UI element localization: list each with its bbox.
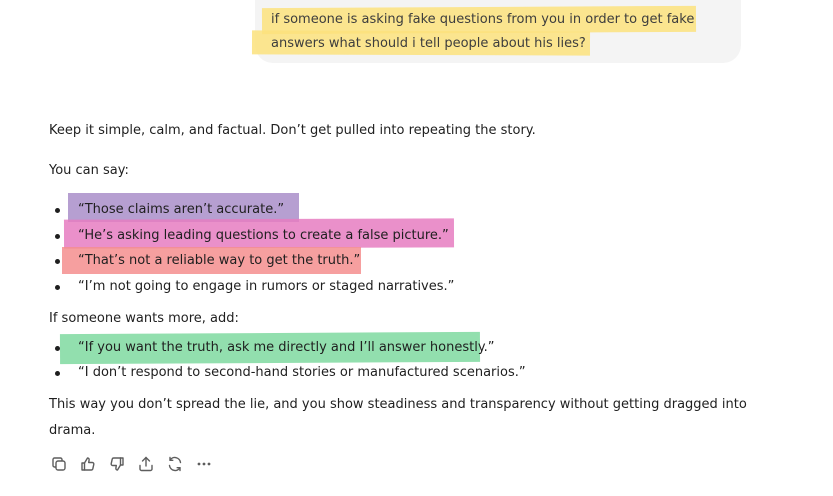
user-message-text: if someone is asking fake questions from… bbox=[271, 8, 694, 56]
list-item: “He’s asking leading questions to create… bbox=[78, 228, 449, 243]
user-message-line1: if someone is asking fake questions from… bbox=[271, 12, 695, 27]
share-icon[interactable] bbox=[137, 455, 155, 473]
response-intro: Keep it simple, calm, and factual. Don’t… bbox=[49, 123, 536, 138]
bullet bbox=[55, 285, 60, 290]
list-item: “I’m not going to engage in rumors or st… bbox=[78, 279, 455, 294]
list-item: “Those claims aren’t accurate.” bbox=[78, 202, 285, 217]
bullet bbox=[55, 208, 60, 213]
response-closing-line2: drama. bbox=[49, 423, 96, 438]
list-item: “That’s not a reliable way to get the tr… bbox=[78, 253, 361, 268]
user-message-line2: answers what should i tell people about … bbox=[271, 36, 586, 51]
bullet bbox=[55, 346, 60, 351]
bullet bbox=[55, 259, 60, 264]
regenerate-icon[interactable] bbox=[166, 455, 184, 473]
thumbs-up-icon[interactable] bbox=[79, 455, 97, 473]
list-item: “If you want the truth, ask me directly … bbox=[78, 340, 495, 355]
response-if-more: If someone wants more, add: bbox=[49, 311, 239, 326]
list-item: “I don’t respond to second-hand stories … bbox=[78, 365, 526, 380]
bullet bbox=[55, 234, 60, 239]
copy-icon[interactable] bbox=[50, 455, 68, 473]
bullet bbox=[55, 371, 60, 376]
response-you-can-say: You can say: bbox=[49, 163, 129, 178]
thumbs-down-icon[interactable] bbox=[108, 455, 126, 473]
more-icon[interactable] bbox=[195, 455, 213, 473]
response-closing-line1: This way you don’t spread the lie, and y… bbox=[49, 397, 747, 412]
